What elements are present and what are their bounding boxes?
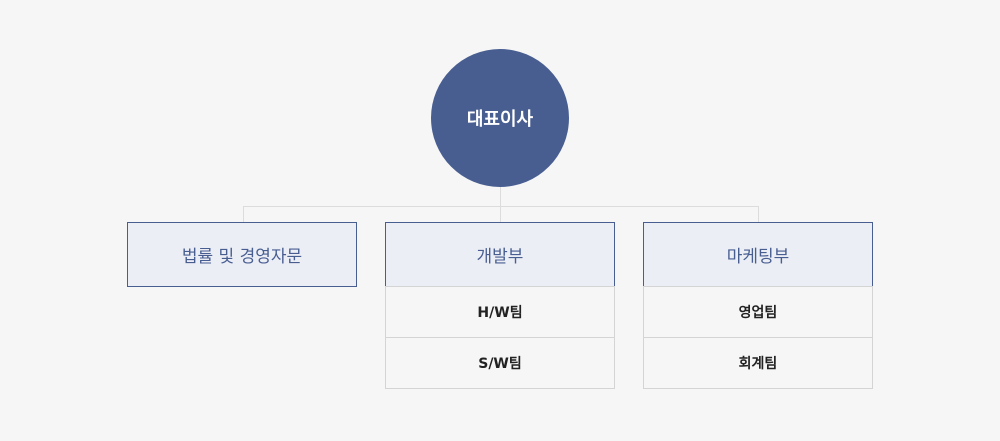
team-label: S/W팀 [478,356,522,372]
dept-label: 마케팅부 [726,247,790,267]
dept-development: 개발부 [385,222,615,287]
team-label: H/W팀 [477,305,523,321]
team-accounting: 회계팀 [643,337,873,389]
team-sales: 영업팀 [643,286,873,338]
connector-horizontal [243,206,759,207]
connector-dept-1 [243,206,244,222]
connector-dept-3 [758,206,759,222]
dept-label: 법률 및 경영자문 [181,247,303,267]
dept-marketing: 마케팅부 [643,222,873,287]
connector-ceo-vertical [500,187,501,207]
ceo-label: 대표이사 [466,109,534,130]
dept-label: 개발부 [476,247,524,267]
ceo-node: 대표이사 [431,49,569,187]
team-label: 회계팀 [738,356,778,372]
team-sw: S/W팀 [385,337,615,389]
connector-dept-2 [500,206,501,222]
team-hw: H/W팀 [385,286,615,338]
team-label: 영업팀 [738,305,778,321]
dept-legal-advisory: 법률 및 경영자문 [127,222,357,287]
